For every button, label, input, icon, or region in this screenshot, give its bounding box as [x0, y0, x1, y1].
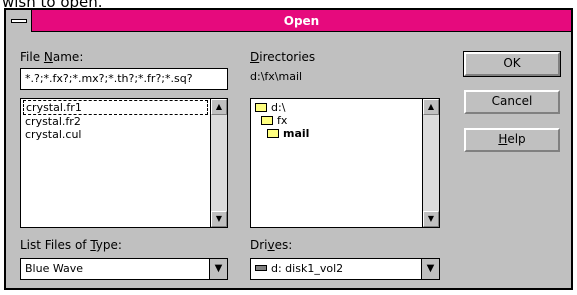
scroll-down-button[interactable]: ▼ — [211, 211, 227, 227]
file-item[interactable]: crystal.cul — [21, 128, 210, 141]
file-type-value: Blue Wave — [25, 262, 84, 275]
ok-button[interactable]: OK — [463, 51, 561, 77]
dropdown-arrow-icon[interactable]: ▼ — [209, 259, 227, 279]
file-item[interactable]: crystal.fr2 — [21, 115, 210, 128]
file-list-scrollbar[interactable]: ▲ ▼ — [210, 99, 227, 227]
file-name-label: File Name: — [20, 50, 84, 64]
file-item[interactable]: crystal.fr1 — [23, 100, 208, 115]
directory-item[interactable]: mail — [251, 127, 422, 140]
directory-list-scrollbar[interactable]: ▲ ▼ — [422, 99, 439, 227]
directories-label: Directories — [250, 50, 316, 64]
file-name-input[interactable]: *.?;*.fx?;*.mx?;*.th?;*.fr?;*.sq? — [20, 68, 228, 90]
system-menu-button[interactable] — [6, 10, 32, 32]
open-dialog: Open File Name: *.?;*.fx?;*.mx?;*.th?;*.… — [4, 8, 573, 290]
file-type-label: List Files of Type: — [20, 238, 122, 252]
file-list[interactable]: crystal.fr1 crystal.fr2 crystal.cul ▲ ▼ — [20, 98, 228, 228]
current-directory: d:\fx\mail — [250, 70, 303, 83]
drives-value: d: disk1_vol2 — [255, 259, 343, 279]
cancel-button[interactable]: Cancel — [464, 90, 560, 114]
scroll-up-button[interactable]: ▲ — [423, 99, 439, 115]
drives-label: Drives: — [250, 238, 293, 252]
file-type-select[interactable]: Blue Wave ▼ — [20, 258, 228, 280]
open-folder-icon — [255, 103, 267, 112]
drive-icon — [255, 265, 267, 271]
window-title: Open — [283, 14, 320, 28]
help-button[interactable]: Help — [464, 128, 560, 152]
title-bar: Open — [6, 10, 571, 32]
directory-item[interactable]: fx — [251, 114, 422, 127]
drives-select[interactable]: d: disk1_vol2 ▼ — [250, 258, 440, 280]
directory-list[interactable]: d:\ fx mail ▲ ▼ — [250, 98, 440, 228]
system-menu-icon — [11, 19, 27, 23]
open-folder-icon — [267, 129, 279, 138]
scroll-down-button[interactable]: ▼ — [423, 211, 439, 227]
open-folder-icon — [261, 116, 273, 125]
scroll-up-button[interactable]: ▲ — [211, 99, 227, 115]
directory-item[interactable]: d:\ — [251, 101, 422, 114]
dropdown-arrow-icon[interactable]: ▼ — [421, 259, 439, 279]
